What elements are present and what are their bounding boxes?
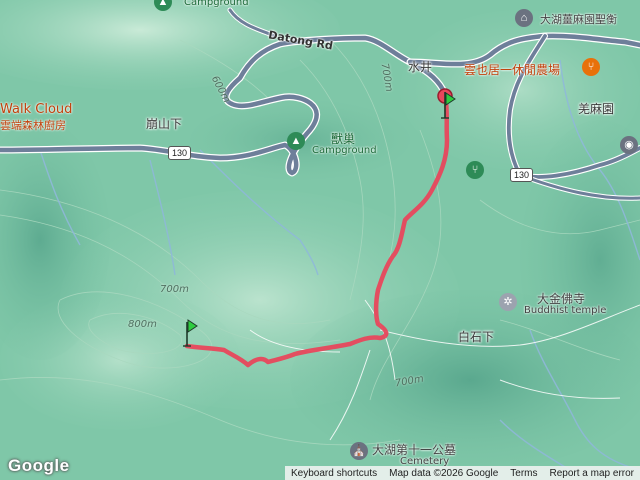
place-bengshanxia: 崩山下: [146, 117, 183, 131]
poi-dahu-temple[interactable]: 大湖薑麻園聖衡: [540, 11, 617, 27]
contour-label-800: 800m: [128, 319, 157, 330]
route-130-shield-right: 130: [510, 168, 534, 182]
place-baishixia: 白石下: [458, 330, 495, 344]
poi-farm[interactable]: 雲也居一休閒農場: [464, 61, 560, 78]
restaurant-icon-green[interactable]: ⑂: [466, 161, 484, 179]
map-footer: Keyboard shortcuts Map data ©2026 Google…: [284, 466, 640, 480]
google-logo: Google: [8, 456, 70, 475]
terms-link[interactable]: Terms: [504, 468, 543, 479]
poi-campground-top[interactable]: Campground: [184, 0, 249, 8]
contour-label-700-left: 700m: [160, 284, 189, 295]
campground-icon[interactable]: ▲: [287, 132, 305, 150]
poi-walk-cloud[interactable]: Walk Cloud: [0, 102, 72, 117]
dharma-wheel-icon[interactable]: ✲: [499, 293, 517, 311]
keyboard-shortcuts-link[interactable]: Keyboard shortcuts: [285, 468, 383, 479]
map-data-attribution: Map data ©2026 Google: [389, 467, 499, 479]
place-shuijing: 水井: [408, 60, 433, 74]
report-map-error-link[interactable]: Report a map error: [544, 468, 640, 479]
viewpoint-icon[interactable]: ◉: [620, 136, 638, 154]
poi-dajin-temple-sub[interactable]: Buddhist temple: [524, 305, 606, 316]
restaurant-icon[interactable]: ⑂: [582, 58, 600, 76]
place-qianmayuan: 羌麻園: [578, 102, 615, 116]
temple-icon[interactable]: ⌂: [515, 9, 533, 27]
route-130-shield-left: 130: [168, 146, 192, 160]
poi-walk-cloud-sub[interactable]: 雲端森林廚房: [0, 117, 66, 133]
cemetery-icon[interactable]: ⛪: [350, 442, 368, 460]
poi-shouchao-sub[interactable]: Campground: [312, 145, 377, 156]
